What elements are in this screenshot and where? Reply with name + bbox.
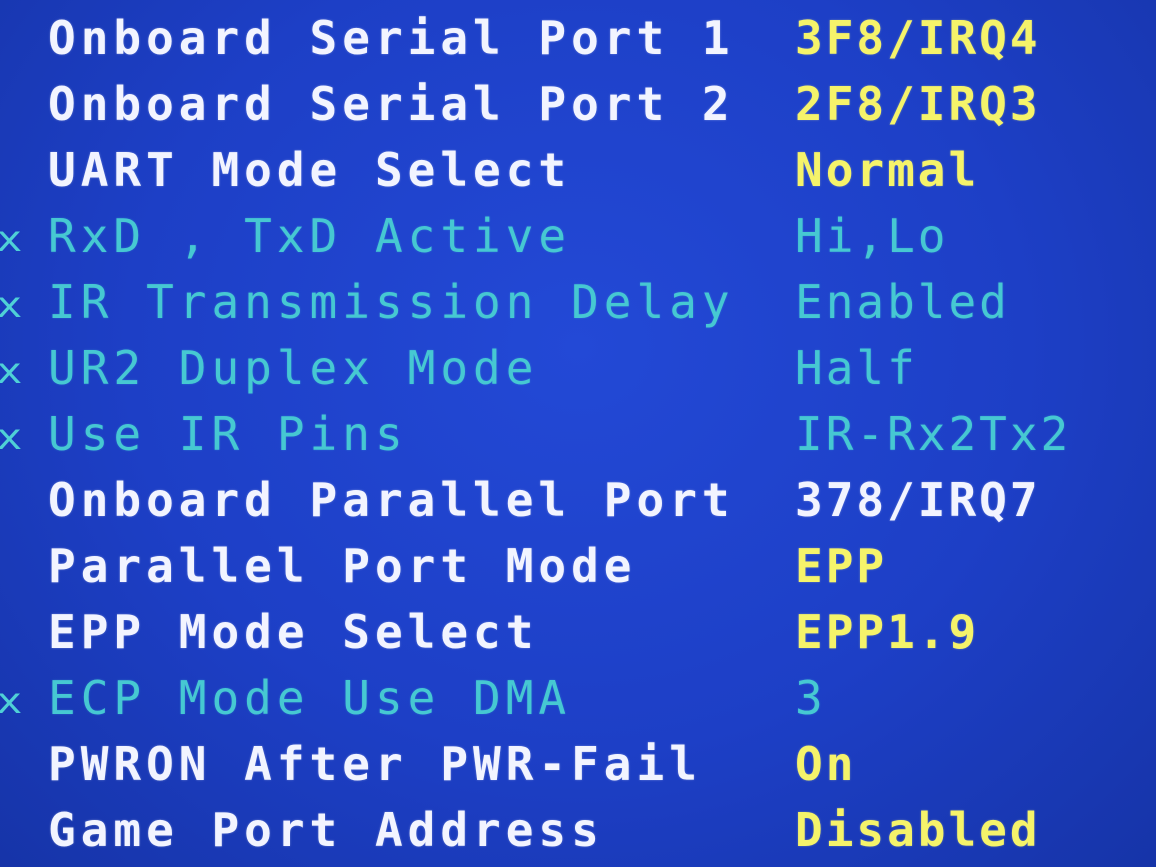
disabled-marker: x: [0, 346, 23, 399]
setting-onboard-serial-port-1[interactable]: Onboard Serial Port 1 3F8/IRQ4: [0, 5, 1156, 71]
setting-value[interactable]: Disabled: [795, 797, 1041, 863]
setting-uart-mode-select[interactable]: UART Mode Select Normal: [0, 137, 1156, 203]
setting-value[interactable]: Normal: [795, 137, 979, 203]
setting-label: EPP Mode Select: [48, 605, 539, 659]
setting-epp-mode-select[interactable]: EPP Mode Select EPP1.9: [0, 599, 1156, 665]
setting-onboard-parallel-port[interactable]: Onboard Parallel Port 378/IRQ7: [0, 467, 1156, 533]
disabled-marker: x: [0, 280, 23, 333]
disabled-marker: x: [0, 676, 23, 729]
setting-value[interactable]: On: [795, 731, 856, 797]
disabled-marker: x: [0, 412, 23, 465]
setting-label: ECP Mode Use DMA: [48, 671, 572, 725]
setting-value: 3: [795, 671, 826, 725]
setting-label: Onboard Parallel Port: [48, 473, 735, 527]
setting-label: UR2 Duplex Mode: [48, 341, 539, 395]
setting-value[interactable]: 3F8/IRQ4: [795, 5, 1041, 71]
setting-ur2-duplex-mode: x UR2 Duplex Mode Half: [0, 335, 1156, 401]
setting-label: Onboard Serial Port 1: [48, 11, 735, 65]
disabled-marker: x: [0, 214, 23, 267]
setting-label: Use IR Pins: [48, 407, 408, 461]
setting-value: Enabled: [795, 275, 1010, 329]
bios-setup-screen: Onboard Serial Port 1 3F8/IRQ4 Onboard S…: [0, 0, 1156, 867]
setting-label: Game Port Address: [48, 803, 604, 857]
setting-label: UART Mode Select: [48, 143, 572, 197]
setting-value[interactable]: 378/IRQ7: [795, 467, 1041, 533]
setting-rxd-txd-active: x RxD , TxD Active Hi,Lo: [0, 203, 1156, 269]
setting-ir-transmission-delay: x IR Transmission Delay Enabled: [0, 269, 1156, 335]
setting-value[interactable]: EPP: [795, 533, 887, 599]
setting-value[interactable]: EPP1.9: [795, 599, 979, 665]
setting-label: Onboard Serial Port 2: [48, 77, 735, 131]
setting-parallel-port-mode[interactable]: Parallel Port Mode EPP: [0, 533, 1156, 599]
setting-value: Hi,Lo: [795, 209, 949, 263]
setting-game-port-address[interactable]: Game Port Address Disabled: [0, 797, 1156, 863]
setting-value[interactable]: 2F8/IRQ3: [795, 71, 1041, 137]
setting-label: RxD , TxD Active: [48, 209, 572, 263]
setting-ecp-mode-use-dma: x ECP Mode Use DMA 3: [0, 665, 1156, 731]
setting-use-ir-pins: x Use IR Pins IR-Rx2Tx2: [0, 401, 1156, 467]
setting-label: PWRON After PWR-Fail: [48, 737, 702, 791]
setting-value: Half: [795, 341, 918, 395]
setting-value: IR-Rx2Tx2: [795, 407, 1072, 461]
setting-label: Parallel Port Mode: [48, 539, 637, 593]
setting-onboard-serial-port-2[interactable]: Onboard Serial Port 2 2F8/IRQ3: [0, 71, 1156, 137]
setting-label: IR Transmission Delay: [48, 275, 735, 329]
setting-pwron-after-pwr-fail[interactable]: PWRON After PWR-Fail On: [0, 731, 1156, 797]
